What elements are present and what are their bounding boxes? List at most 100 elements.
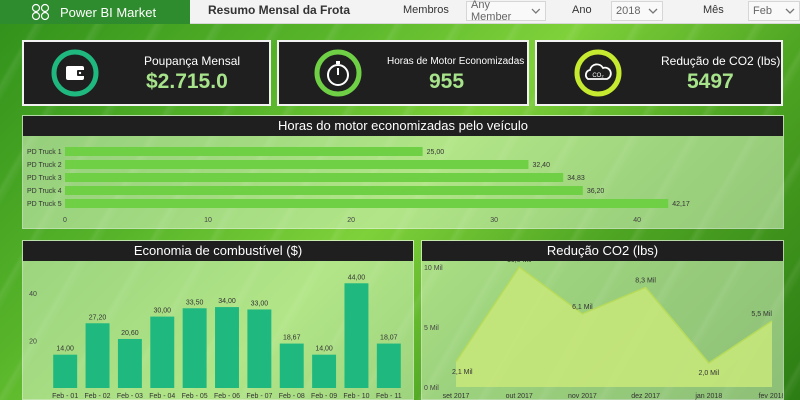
x-tick-label: Feb - 04 bbox=[149, 393, 175, 400]
filter-select-membros[interactable]: Any Member bbox=[466, 0, 546, 23]
category-label: PD Truck 5 bbox=[27, 201, 62, 208]
bar bbox=[247, 309, 272, 388]
x-tick-label: Feb - 02 bbox=[85, 393, 111, 400]
data-label: 34,83 bbox=[567, 175, 585, 182]
data-label: 6,1 Mil bbox=[572, 304, 593, 311]
data-label: 20,60 bbox=[121, 330, 139, 337]
kpi-value: 5497 bbox=[687, 70, 734, 93]
x-tick-label: Feb - 11 bbox=[376, 393, 402, 400]
data-label: 14,00 bbox=[56, 346, 74, 353]
bar bbox=[344, 283, 369, 388]
brand-title: Power BI Market bbox=[60, 4, 157, 20]
bar bbox=[376, 343, 401, 388]
data-label: 2,1 Mil bbox=[452, 369, 473, 376]
data-label: 8,3 Mil bbox=[635, 277, 656, 284]
x-tick-label: nov 2017 bbox=[568, 393, 597, 400]
data-label: 42,17 bbox=[672, 201, 690, 208]
kpi-label: Poupança Mensal bbox=[144, 54, 241, 68]
x-tick-label: fev 2018 bbox=[759, 393, 783, 400]
category-label: PD Truck 3 bbox=[27, 175, 62, 182]
co2-cloud-icon: CO₂ bbox=[574, 49, 622, 97]
power-bi-market-logo-icon bbox=[31, 3, 50, 21]
data-label: 18,07 bbox=[380, 335, 398, 342]
panel-body: 20 40 14,00 Feb - 01 27,20 Feb - 02 20,60 Feb -… bbox=[23, 261, 413, 400]
x-tick-label: 10 bbox=[204, 217, 212, 224]
filter-value-ano: 2018 bbox=[616, 5, 641, 17]
data-label: 25,00 bbox=[427, 149, 445, 156]
kpi-card-horas-motor[interactable]: Horas de Motor Economizadas 955 bbox=[277, 40, 529, 106]
data-label: 32,40 bbox=[532, 162, 550, 169]
filter-select-ano[interactable]: 2018 bbox=[611, 1, 663, 21]
data-label: 33,00 bbox=[251, 300, 269, 307]
data-label: 14,00 bbox=[315, 346, 333, 353]
bar bbox=[312, 354, 337, 388]
data-label: 27,20 bbox=[89, 314, 107, 321]
y-tick-label: 40 bbox=[29, 291, 37, 298]
y-tick-label: 20 bbox=[29, 338, 37, 345]
kpi-card-poupanca[interactable]: Poupança Mensal $2.715.0 bbox=[22, 40, 271, 106]
x-tick-label: Feb - 03 bbox=[117, 393, 143, 400]
x-tick-label: 0 bbox=[63, 217, 67, 224]
horas-motor-bar-chart: PD Truck 1 25,00 PD Truck 2 32,40 PD Truck 3… bbox=[27, 147, 690, 224]
category-label: PD Truck 1 bbox=[27, 149, 62, 156]
x-tick-label: Feb - 07 bbox=[246, 393, 272, 400]
x-tick-label: Feb - 05 bbox=[182, 393, 208, 400]
data-label: 2,0 Mil bbox=[698, 370, 719, 377]
economia-combustivel-bar-chart: 20 40 14,00 Feb - 01 27,20 Feb - 02 20,60 Feb -… bbox=[29, 274, 402, 400]
x-tick-label: Feb - 09 bbox=[311, 393, 337, 400]
top-bar: Power BI Market Resumo Mensal da Frota M… bbox=[0, 0, 800, 24]
panel-title: Economia de combustível ($) bbox=[23, 241, 413, 261]
x-tick-label: 40 bbox=[633, 217, 641, 224]
panel-title: Horas do motor economizadas pelo veículo bbox=[23, 116, 783, 136]
bar bbox=[65, 186, 583, 195]
reducao-co2-area-chart: 0 Mil 5 Mil 10 Mil 2,1 Mil set 2017 10,0 Mil o… bbox=[424, 257, 786, 400]
bar bbox=[65, 199, 669, 208]
bar bbox=[85, 323, 110, 388]
filter-label-mes: Mês bbox=[703, 4, 724, 16]
panel-body: PD Truck 1 25,00 PD Truck 2 32,40 PD Truck 3… bbox=[23, 136, 783, 228]
filter-select-mes[interactable]: Feb bbox=[748, 1, 800, 21]
report-title: Resumo Mensal da Frota bbox=[208, 3, 351, 17]
x-tick-label: Feb - 06 bbox=[214, 393, 240, 400]
bar bbox=[65, 147, 423, 156]
data-label: 30,00 bbox=[154, 308, 172, 315]
x-tick-label: Feb - 10 bbox=[343, 393, 369, 400]
y-tick-label: 0 Mil bbox=[424, 385, 439, 392]
area-fill bbox=[456, 267, 772, 387]
category-label: PD Truck 2 bbox=[27, 162, 62, 169]
bar bbox=[65, 160, 529, 169]
bar bbox=[117, 338, 142, 388]
kpi-value: $2.715.0 bbox=[146, 70, 228, 93]
x-tick-label: Feb - 01 bbox=[52, 393, 78, 400]
panel-horas-motor-veiculo: Horas do motor economizadas pelo veículo… bbox=[22, 115, 784, 229]
data-label: 34,00 bbox=[218, 298, 236, 305]
filter-label-membros: Membros bbox=[403, 4, 449, 16]
kpi-value: 955 bbox=[429, 70, 465, 93]
bar bbox=[215, 307, 239, 388]
panel-body: 0 Mil 5 Mil 10 Mil 2,1 Mil set 2017 10,0 Mil o… bbox=[422, 257, 786, 400]
svg-text:CO₂: CO₂ bbox=[592, 73, 604, 79]
data-label: 36,20 bbox=[587, 188, 605, 195]
bar bbox=[279, 343, 304, 388]
y-tick-label: 10 Mil bbox=[424, 265, 443, 272]
x-tick-label: out 2017 bbox=[506, 393, 533, 400]
data-label: 44,00 bbox=[348, 274, 366, 281]
x-tick-label: set 2017 bbox=[443, 393, 470, 400]
bar bbox=[150, 316, 175, 388]
kpi-label: Redução de CO2 (lbs) bbox=[661, 54, 781, 68]
kpi-card-reducao-co2[interactable]: CO₂ Redução de CO2 (lbs) 5497 bbox=[535, 40, 783, 106]
panel-reducao-co2: Redução CO2 (lbs) 0 Mil 5 Mil 10 Mil 2,1 Mi… bbox=[421, 240, 786, 400]
data-label: 18,67 bbox=[283, 335, 301, 342]
filter-value-membros: Any Member bbox=[471, 0, 512, 23]
filter-label-ano: Ano bbox=[572, 4, 592, 16]
bar bbox=[53, 354, 78, 388]
x-tick-label: dez 2017 bbox=[631, 393, 660, 400]
kpi-label: Horas de Motor Economizadas bbox=[387, 56, 525, 67]
category-label: PD Truck 4 bbox=[27, 188, 62, 195]
chevron-down-icon bbox=[531, 8, 541, 14]
chevron-down-icon bbox=[785, 8, 795, 14]
wallet-icon bbox=[51, 49, 99, 97]
panel-economia-combustivel: Economia de combustível ($) 20 40 14,00 Feb… bbox=[22, 240, 414, 400]
filter-value-mes: Feb bbox=[753, 5, 772, 17]
brand-area[interactable]: Power BI Market bbox=[0, 0, 190, 24]
